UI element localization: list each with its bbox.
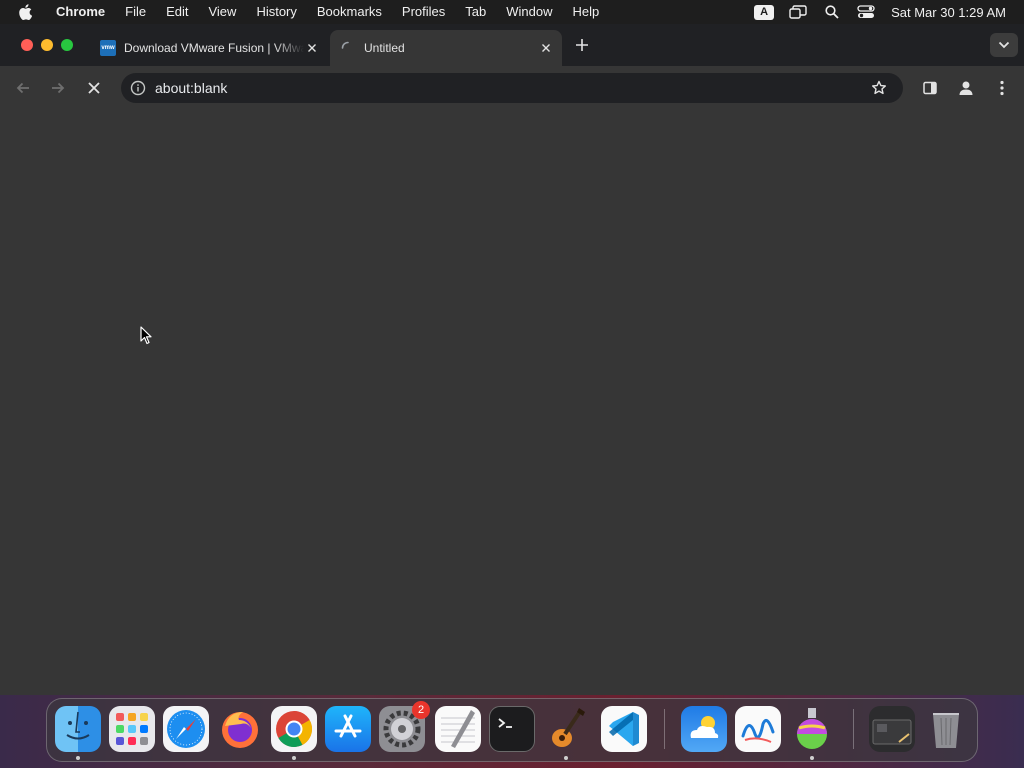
launchpad-icon[interactable] xyxy=(109,706,155,752)
side-panel-button[interactable] xyxy=(918,76,942,100)
bookmark-star-icon[interactable] xyxy=(867,76,891,100)
firefox-icon[interactable] xyxy=(217,706,263,752)
url-text[interactable]: about:blank xyxy=(155,80,867,96)
dock-separator xyxy=(664,709,665,749)
loading-spinner-icon xyxy=(340,40,356,56)
running-indicator xyxy=(564,756,568,760)
screenshot-folder-icon[interactable] xyxy=(869,706,915,752)
chrome-menu-button[interactable] xyxy=(990,76,1014,100)
vmware-icon: vmw xyxy=(100,40,116,56)
menu-window[interactable]: Window xyxy=(496,0,562,24)
running-indicator xyxy=(76,756,80,760)
apple-menu-icon[interactable] xyxy=(18,4,40,20)
menu-help[interactable]: Help xyxy=(563,0,610,24)
tab-search-button[interactable] xyxy=(990,33,1018,57)
weather-icon[interactable] xyxy=(681,706,727,752)
finder-icon[interactable] xyxy=(55,706,101,760)
app-store-icon[interactable] xyxy=(325,706,371,752)
menu-view[interactable]: View xyxy=(198,0,246,24)
creative-cloud-icon[interactable] xyxy=(789,706,835,760)
running-indicator xyxy=(810,756,814,760)
safari-icon[interactable] xyxy=(163,706,209,752)
window-minimize-button[interactable] xyxy=(41,39,53,51)
screen-mirroring-icon[interactable] xyxy=(781,0,815,24)
input-source-label: A xyxy=(754,4,775,20)
freeform-icon[interactable] xyxy=(735,706,781,752)
close-icon xyxy=(88,82,100,94)
arrow-right-icon xyxy=(52,82,65,94)
menu-file[interactable]: File xyxy=(115,0,156,24)
terminal-icon[interactable] xyxy=(489,706,535,752)
menu-bar-clock[interactable]: Sat Mar 30 1:29 AM xyxy=(883,5,1024,20)
menu-profiles[interactable]: Profiles xyxy=(392,0,455,24)
dock: 2 xyxy=(46,698,978,762)
side-panel-icon xyxy=(923,81,937,95)
new-tab-button[interactable] xyxy=(570,33,594,57)
address-bar[interactable]: about:blank xyxy=(121,73,903,103)
dock-separator xyxy=(853,709,854,749)
tab-close-icon[interactable] xyxy=(304,40,320,56)
menu-edit[interactable]: Edit xyxy=(156,0,198,24)
input-source-icon[interactable]: A xyxy=(747,0,781,24)
menu-bar: Chrome File Edit View History Bookmarks … xyxy=(0,0,1024,24)
profile-avatar-icon xyxy=(959,81,973,95)
control-center-icon[interactable] xyxy=(849,0,883,24)
tab-strip: vmw Download VMware Fusion | VMware Unti… xyxy=(0,24,1024,66)
arrow-left-icon xyxy=(16,82,29,94)
menu-tab[interactable]: Tab xyxy=(455,0,496,24)
trash-icon[interactable] xyxy=(923,706,969,752)
textedit-icon[interactable] xyxy=(435,706,481,752)
running-indicator xyxy=(292,756,296,760)
spotlight-search-icon[interactable] xyxy=(815,0,849,24)
browser-toolbar: about:blank xyxy=(0,66,1024,110)
chrome-window: vmw Download VMware Fusion | VMware Unti… xyxy=(0,24,1024,695)
visual-studio-code-icon[interactable] xyxy=(601,706,647,752)
stop-loading-button[interactable] xyxy=(82,76,106,100)
chevron-down-icon xyxy=(998,41,1010,49)
garageband-icon[interactable] xyxy=(543,706,589,760)
notification-badge: 2 xyxy=(412,701,430,719)
window-zoom-button[interactable] xyxy=(61,39,73,51)
google-chrome-icon[interactable] xyxy=(271,706,317,760)
menu-history[interactable]: History xyxy=(246,0,306,24)
system-settings-icon[interactable]: 2 xyxy=(379,701,430,752)
mouse-pointer-icon xyxy=(140,326,152,350)
kebab-menu-icon xyxy=(1000,80,1004,96)
window-close-button[interactable] xyxy=(21,39,33,51)
back-button[interactable] xyxy=(11,76,35,100)
tab-title: Untitled xyxy=(364,41,405,55)
forward-button[interactable] xyxy=(46,76,70,100)
menu-bookmarks[interactable]: Bookmarks xyxy=(307,0,392,24)
page-content[interactable] xyxy=(0,110,1024,695)
desktop: Chrome File Edit View History Bookmarks … xyxy=(0,0,1024,768)
tab-untitled[interactable]: Untitled xyxy=(330,30,562,66)
site-info-icon[interactable] xyxy=(129,79,147,97)
profile-button[interactable] xyxy=(954,76,978,100)
tab-title-fade xyxy=(274,30,304,66)
tab-close-icon[interactable] xyxy=(538,40,554,56)
tab-vmware-download[interactable]: vmw Download VMware Fusion | VMware xyxy=(90,30,328,66)
plus-icon xyxy=(576,39,588,51)
menu-app-name[interactable]: Chrome xyxy=(52,0,115,24)
